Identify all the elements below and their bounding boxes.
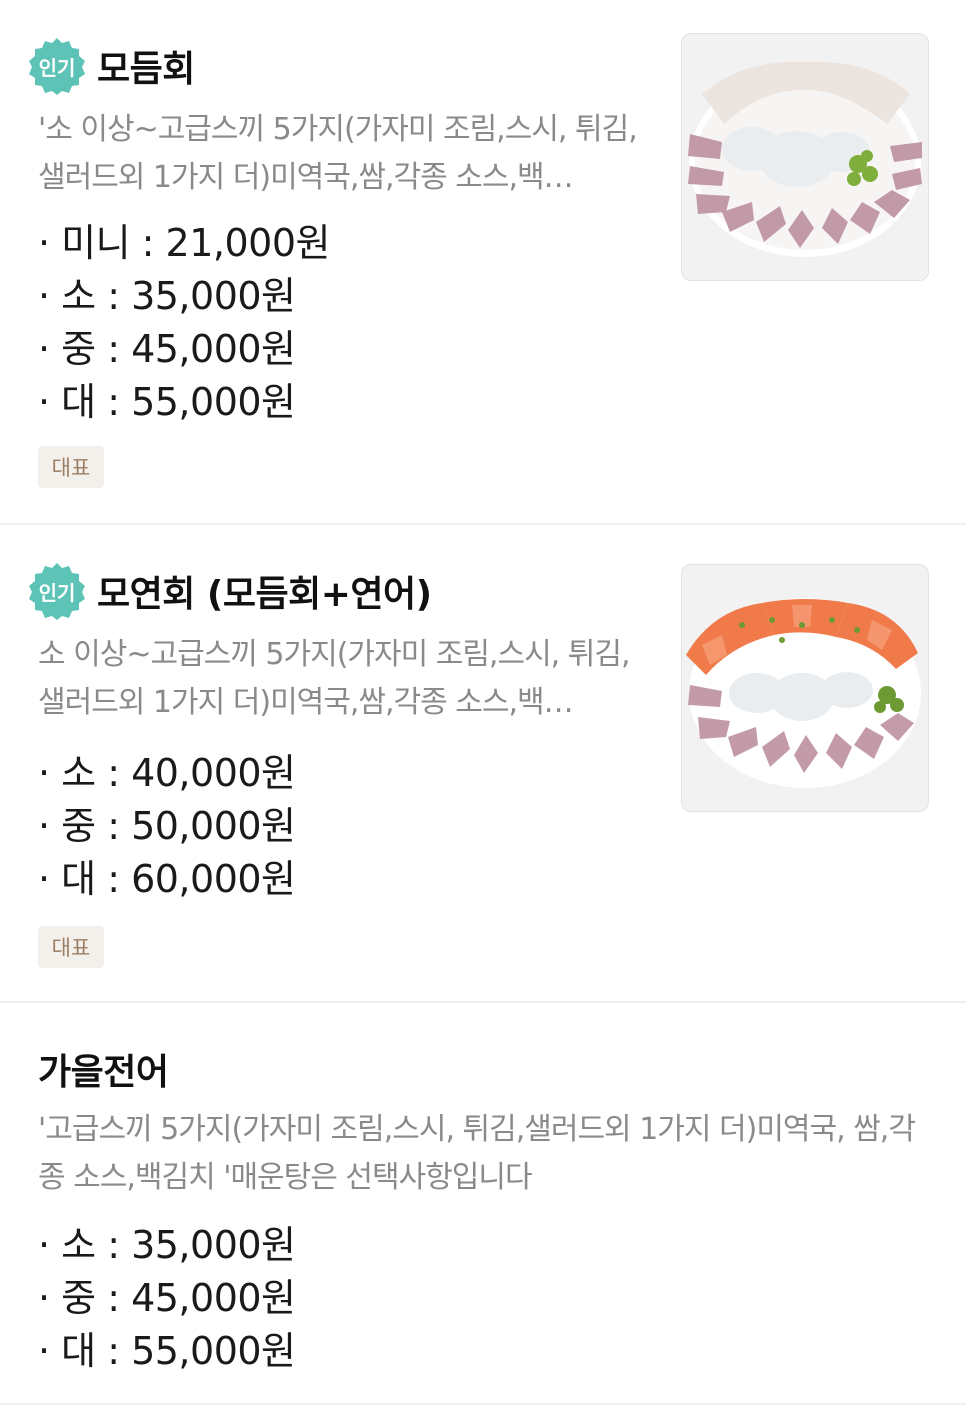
menu-item-title[interactable]: 모듬회: [97, 40, 195, 92]
popular-badge-label: 인기: [38, 55, 76, 80]
menu-item-header: 가을전어: [38, 1043, 169, 1095]
price-list: · 소 : 40,000원 · 중 : 50,000원 · 대 : 60,000…: [38, 747, 296, 906]
price-option: · 대 : 55,000원: [38, 380, 296, 424]
menu-item[interactable]: 가을전어 '고급스끼 5가지(가자미 조림,스시, 튀김,샐러드외 1가지 더)…: [0, 1003, 966, 1405]
price-option: · 중 : 45,000원: [38, 1276, 296, 1320]
menu-item[interactable]: 인기 모듬회 '소 이상~고급스끼 5가지(가자미 조림,스시, 튀김,샐러드외…: [0, 0, 966, 525]
price-option: · 소 : 35,000원: [38, 1223, 296, 1267]
price-list: · 소 : 35,000원 · 중 : 45,000원 · 대 : 55,000…: [38, 1219, 296, 1378]
menu-item-header: 인기 모연회 (모듬회+연어): [27, 561, 432, 621]
price-option: · 대 : 55,000원: [38, 1329, 296, 1373]
popular-badge-label: 인기: [38, 580, 76, 605]
menu-item-header: 인기 모듬회: [27, 36, 195, 96]
menu-item-description: '소 이상~고급스끼 5가지(가자미 조림,스시, 튀김,샐러드외 1가지 더)…: [38, 112, 638, 195]
price-option: · 미니 : 21,000원: [38, 221, 330, 265]
salmon-sashimi-platter-photo-icon: [682, 565, 928, 811]
popular-badge: 인기: [27, 36, 87, 96]
price-option: · 대 : 60,000원: [38, 857, 296, 901]
menu-item-title[interactable]: 가을전어: [38, 1043, 169, 1095]
price-option: · 중 : 50,000원: [38, 804, 296, 848]
price-option: · 중 : 45,000원: [38, 327, 296, 371]
price-option: · 소 : 35,000원: [38, 274, 296, 318]
menu-item-photo[interactable]: [681, 33, 929, 281]
sashimi-platter-photo-icon: [682, 34, 928, 280]
popular-badge: 인기: [27, 561, 87, 621]
menu-item-title[interactable]: 모연회 (모듬회+연어): [97, 565, 432, 617]
signature-tag: 대표: [38, 446, 104, 488]
price-list: · 미니 : 21,000원 · 소 : 35,000원 · 중 : 45,00…: [38, 217, 330, 429]
menu-item-description: 소 이상~고급스끼 5가지(가자미 조림,스시, 튀김,샐러드외 1가지 더)미…: [38, 637, 630, 720]
price-option: · 소 : 40,000원: [38, 751, 296, 795]
menu-item-description: '고급스끼 5가지(가자미 조림,스시, 튀김,샐러드외 1가지 더)미역국, …: [38, 1112, 916, 1195]
menu-item-photo[interactable]: [681, 564, 929, 812]
signature-tag: 대표: [38, 926, 104, 968]
menu-item[interactable]: 인기 모연회 (모듬회+연어) 소 이상~고급스끼 5가지(가자미 조림,스시,…: [0, 525, 966, 1003]
